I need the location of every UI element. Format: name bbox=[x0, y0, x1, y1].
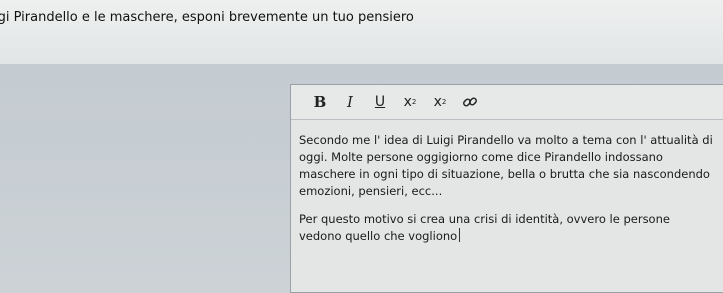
answer-paragraph-1: Secondo me l' idea di Luigi Pirandello v… bbox=[299, 133, 713, 198]
editor-toolbar: B I U x2 x2 bbox=[291, 85, 723, 120]
underline-button[interactable]: U bbox=[367, 90, 393, 114]
subscript-button[interactable]: x2 bbox=[427, 90, 453, 114]
question-header: igi Pirandello e le maschere, esponi bre… bbox=[0, 0, 723, 64]
question-label: igi Pirandello e le maschere, esponi bre… bbox=[0, 10, 414, 25]
question-text: igi Pirandello e le maschere, esponi bre… bbox=[0, 10, 723, 25]
text-caret bbox=[459, 228, 461, 242]
italic-button[interactable]: I bbox=[337, 90, 363, 114]
editor-content[interactable]: Secondo me l' idea di Luigi Pirandello v… bbox=[291, 120, 723, 245]
bold-button[interactable]: B bbox=[307, 90, 333, 114]
link-icon bbox=[463, 97, 477, 107]
answer-paragraph-2: Per questo motivo si crea una crisi di i… bbox=[299, 211, 715, 245]
link-button[interactable] bbox=[457, 90, 483, 114]
subscript-label: x bbox=[433, 94, 442, 110]
superscript-button[interactable]: x2 bbox=[397, 90, 423, 114]
rich-text-editor[interactable]: B I U x2 x2 Secondo me l' idea di Luigi … bbox=[290, 84, 723, 293]
answer-paragraph-2-text: Per questo motivo si crea una crisi di i… bbox=[299, 212, 670, 243]
superscript-label: x bbox=[403, 94, 412, 110]
